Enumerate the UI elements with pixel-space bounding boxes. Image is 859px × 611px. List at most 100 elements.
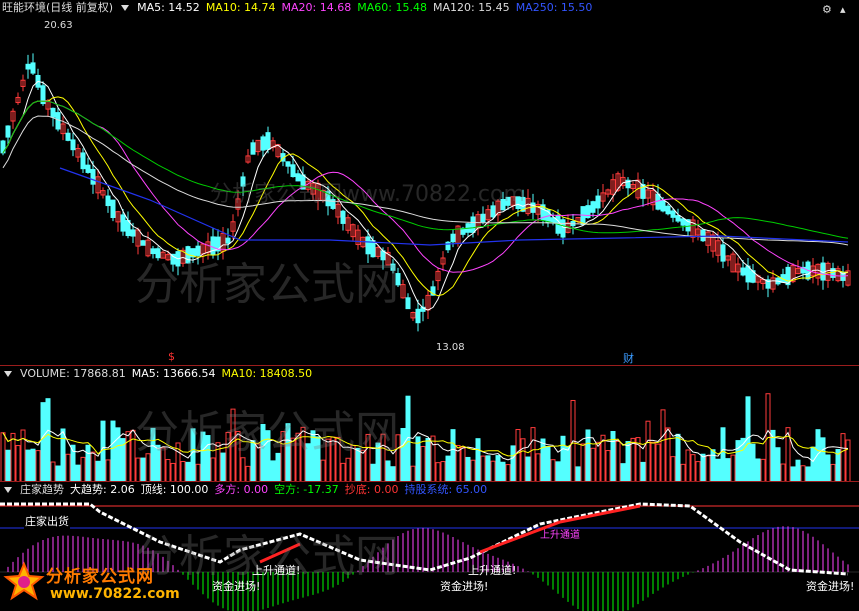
volume-bar (655, 443, 661, 482)
site-logo: 分析家公式网 www.70822.com (2, 556, 202, 610)
volume-bar (230, 408, 236, 482)
tag-uptrend-2: 上升通道! (468, 564, 517, 577)
volume-bar (400, 428, 406, 482)
candle (560, 219, 566, 238)
volume-bar (100, 420, 106, 482)
volume-bar (710, 449, 716, 482)
candle (240, 176, 246, 187)
dropdown-icon[interactable] (121, 5, 130, 11)
volume-bar (280, 431, 286, 482)
volume-bar (595, 441, 601, 482)
volume-bar (480, 455, 486, 482)
volume-bar (640, 461, 646, 482)
expand-icon[interactable]: ▴ (840, 3, 846, 16)
candle (680, 218, 686, 226)
volume-bar (0, 432, 6, 482)
volume-bar (380, 433, 386, 482)
volume-bar (790, 466, 796, 482)
volume-bar (775, 447, 781, 482)
candle (105, 195, 111, 207)
candle (470, 216, 476, 233)
settings-icon[interactable]: ⚙ (822, 3, 832, 16)
volume-bar (205, 435, 211, 482)
candle (155, 248, 161, 259)
indicator-name[interactable]: 庄家趋势 (20, 482, 64, 498)
volume-bar (730, 454, 736, 482)
candle (490, 205, 496, 218)
volume-bar (725, 458, 731, 482)
volume-chart[interactable] (0, 366, 859, 482)
volume-bar (840, 433, 846, 482)
dropdown-icon[interactable] (4, 487, 12, 493)
volume-bar (30, 448, 36, 482)
candle (150, 248, 156, 255)
chart-title[interactable]: 旺能环境(日线 前复权) (2, 0, 113, 16)
candle (450, 233, 456, 243)
ma5-line (2, 80, 849, 311)
candle (25, 63, 31, 70)
candle (595, 195, 601, 209)
finance-marker[interactable]: 财 (623, 350, 634, 366)
volume-bar (265, 430, 271, 482)
ma120-label: MA120: 15.45 (432, 1, 510, 14)
volume-value: VOLUME: 17868.81 (20, 367, 126, 380)
volume-bar (590, 447, 596, 482)
candle (340, 210, 346, 224)
candle (390, 263, 396, 271)
volume-bar (525, 456, 531, 482)
candle (720, 244, 726, 262)
volume-bar (630, 437, 636, 482)
volume-bar (420, 446, 426, 482)
top-line-value: 顶线: 100.00 (140, 483, 209, 496)
volume-bar (375, 442, 381, 482)
candle (260, 136, 266, 151)
volume-bar (350, 445, 356, 482)
candle (195, 245, 201, 256)
candle (415, 308, 421, 324)
candle (110, 199, 116, 218)
volume-bar (535, 453, 541, 482)
volume-bar (565, 445, 571, 482)
ma60-label: MA60: 15.48 (357, 1, 427, 14)
dividend-marker[interactable]: $ (168, 350, 175, 363)
logo-text: 分析家公式网 (46, 567, 154, 587)
volume-bar (755, 458, 761, 482)
candle (370, 240, 376, 258)
candle (590, 201, 596, 213)
volume-bar (130, 429, 136, 482)
volume-bar (680, 463, 686, 482)
volume-bar (450, 429, 456, 482)
dropdown-icon[interactable] (4, 371, 12, 377)
short-value: 空方: -17.37 (274, 483, 339, 496)
trend-value: 大趋势: 2.06 (70, 483, 135, 496)
volume-bar (425, 437, 431, 482)
volume-bar (545, 446, 551, 482)
candle (120, 214, 126, 232)
volume-bar (615, 440, 621, 482)
price-panel[interactable]: 分析家公式网www.70822.com 分析家公式网 旺能环境(日线 前复权) … (0, 0, 859, 366)
candle (480, 213, 486, 223)
candle (210, 236, 216, 255)
volume-bar (180, 460, 186, 482)
volume-ma5: MA5: 13666.54 (131, 367, 216, 380)
candle (285, 161, 291, 167)
volume-bar (440, 461, 446, 482)
volume-bar (155, 444, 161, 482)
volume-bar (105, 459, 111, 482)
volume-bar (695, 461, 701, 482)
candle (660, 200, 666, 212)
tag-uptrend-mid: 上升通道 (540, 530, 580, 541)
star-center-icon (18, 576, 30, 588)
volume-bar (575, 466, 581, 482)
volume-bar (355, 447, 361, 482)
volume-bar (330, 436, 336, 482)
volume-panel[interactable]: 分析家公式网 VOLUME: 17868.81 MA5: 13666.54 MA… (0, 366, 859, 482)
volume-bar (490, 460, 496, 482)
volume-bar (220, 452, 226, 482)
candlestick-chart[interactable] (0, 0, 859, 366)
volume-bar (445, 455, 451, 482)
volume-bar (90, 451, 96, 482)
ma20-label: MA20: 14.68 (281, 1, 352, 14)
volume-bar (540, 438, 546, 482)
volume-bar (115, 427, 121, 482)
